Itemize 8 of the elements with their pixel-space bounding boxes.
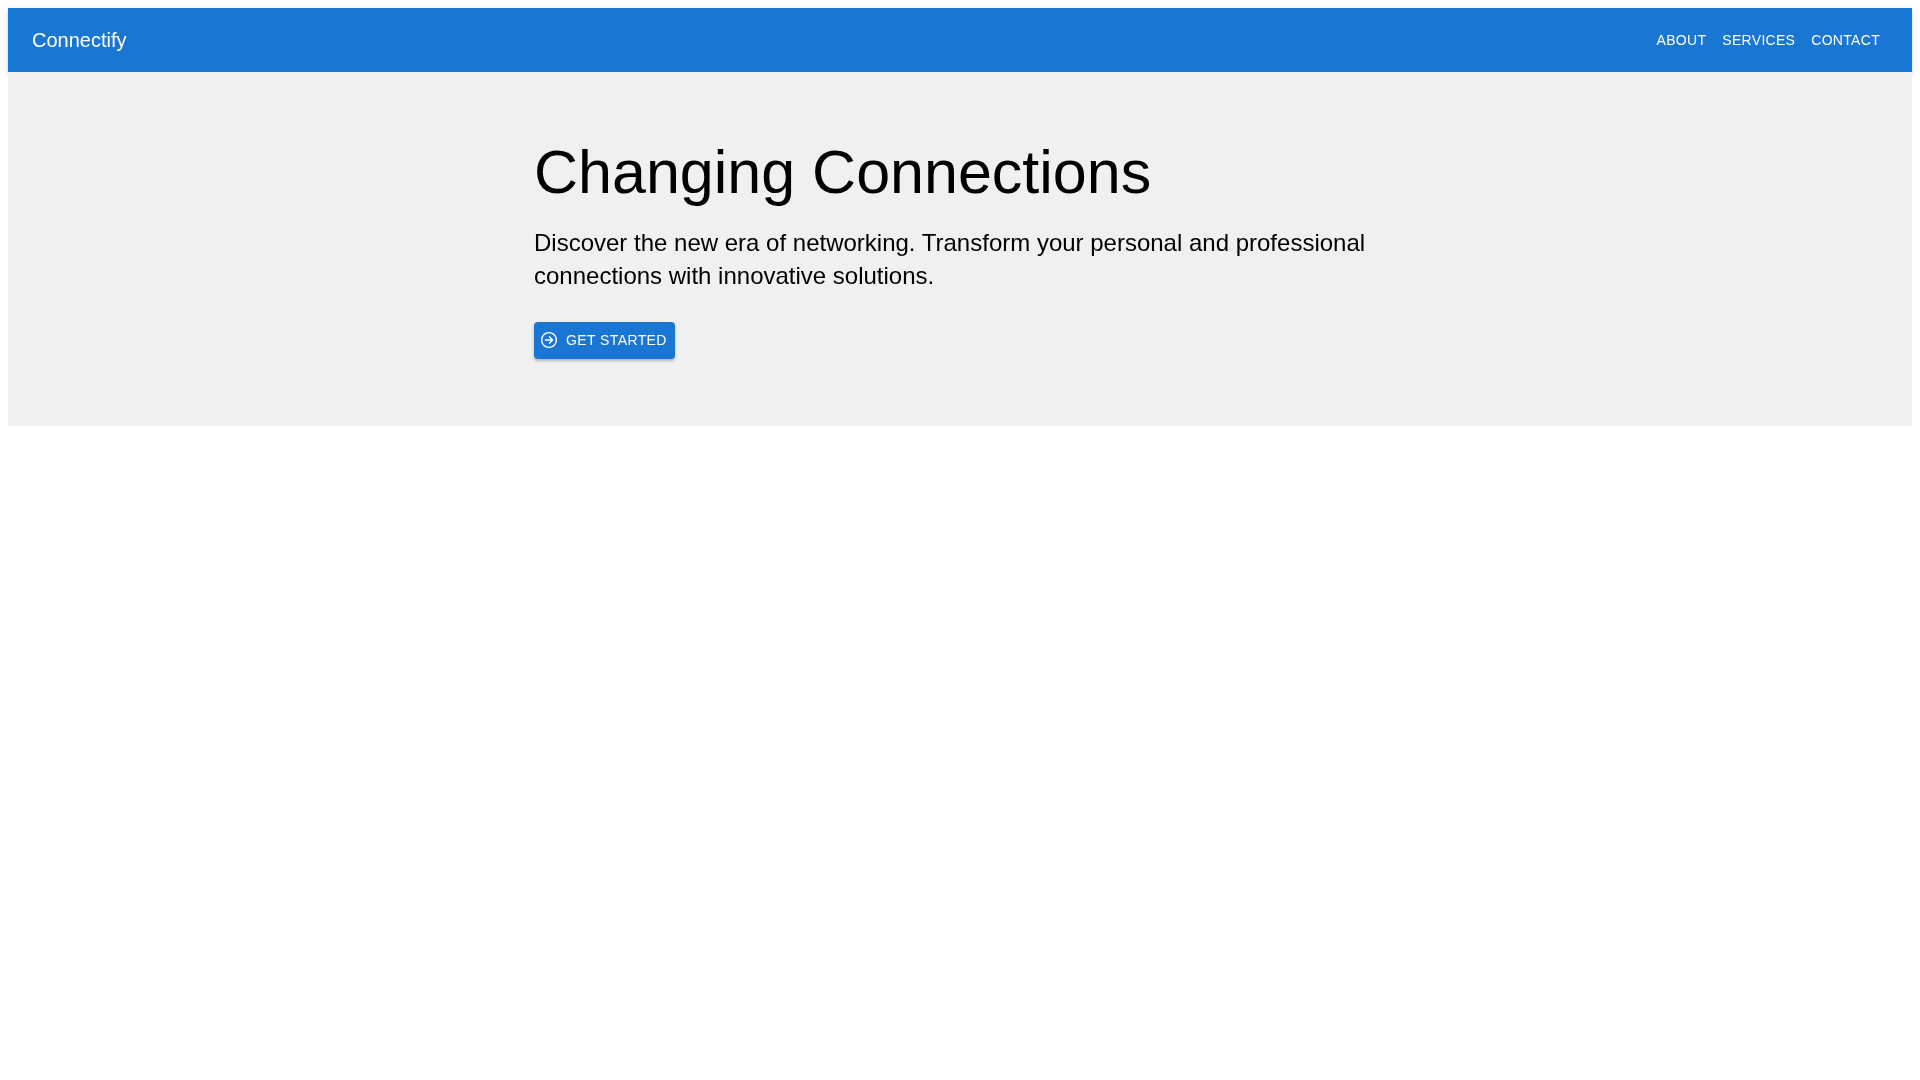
hero-title: Changing Connections	[534, 137, 1153, 208]
brand-title: Connectify	[32, 28, 127, 52]
get-started-button[interactable]: GET STARTED	[534, 321, 675, 359]
nav-link[interactable]: ABOUT	[1648, 26, 1715, 54]
hero-subtitle: Discover the new era of networking. Transform your personal and professional connections with innovative solutions.	[534, 228, 1367, 291]
nav-link[interactable]: CONTACT	[1803, 26, 1888, 54]
nav-link[interactable]: SERVICES	[1714, 26, 1804, 54]
arrow-circle-icon	[540, 331, 558, 350]
